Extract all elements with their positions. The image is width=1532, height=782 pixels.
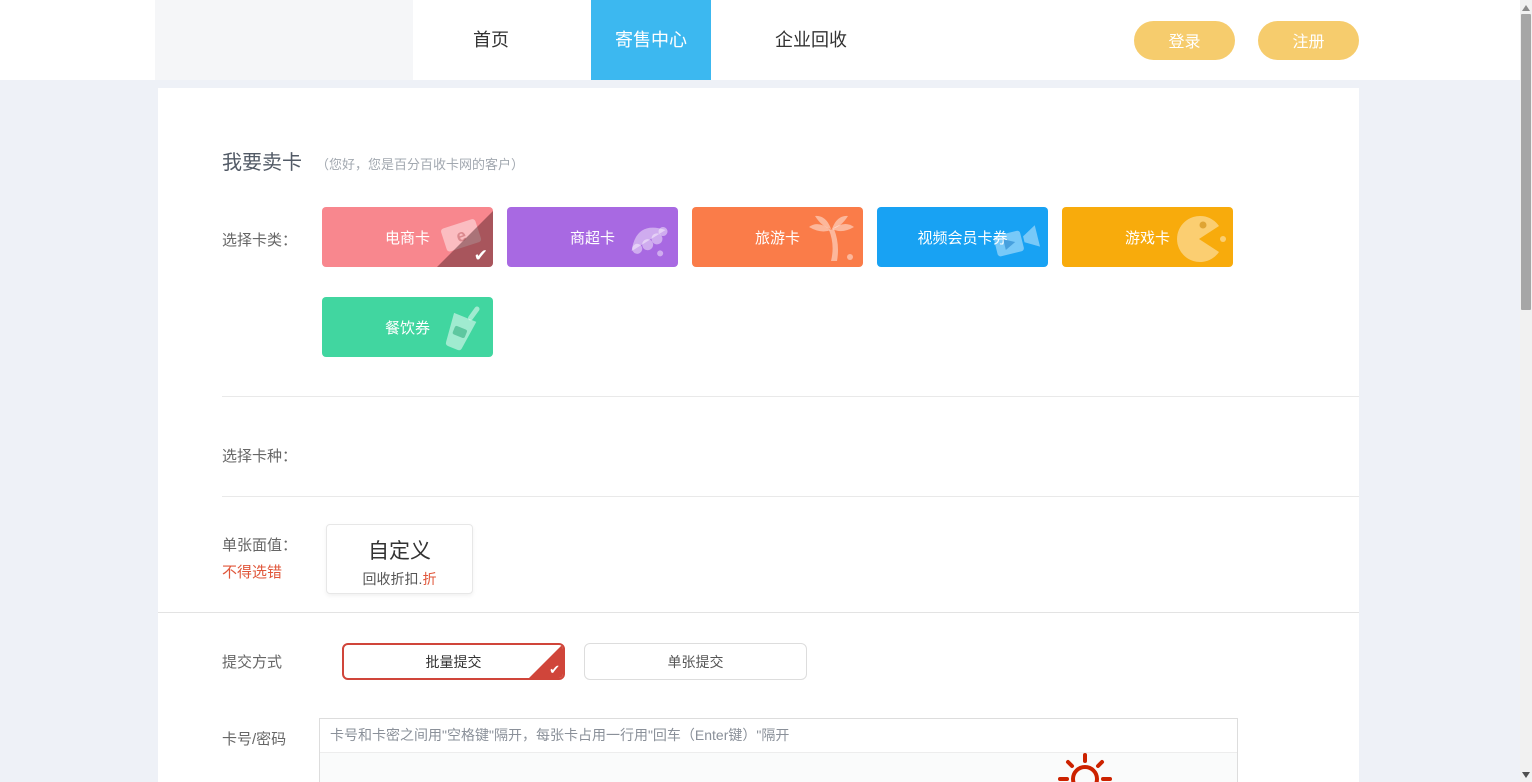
drink-cup-icon [435, 301, 489, 355]
register-button[interactable]: 注册 [1258, 21, 1359, 60]
page-subtitle: （您好，您是百分百收卡网的客户） [316, 154, 524, 173]
auth-buttons: 登录 注册 [1134, 21, 1532, 60]
category-label: 电商卡 [385, 227, 430, 248]
card-input-row: 卡号/密码 [158, 718, 1359, 782]
vertical-scrollbar[interactable] [1520, 0, 1532, 782]
custom-value-subtitle: 回收折扣.折 [327, 569, 472, 589]
category-game-card[interactable]: 游戏卡 [1062, 207, 1233, 267]
title-row: 我要卖卡 （您好，您是百分百收卡网的客户） [158, 146, 1359, 175]
discount-text: 回收折扣. [363, 571, 423, 587]
face-value-row: 单张面值： 不得选错 自定义 回收折扣.折 [158, 524, 1359, 594]
card-kind-row: 选择卡种： [158, 445, 1359, 466]
card-number-textarea[interactable] [319, 718, 1238, 782]
textarea-wrapper [319, 718, 1238, 782]
category-dining-voucher[interactable]: 餐饮券 [322, 297, 493, 357]
scroll-up-arrow-icon[interactable] [1522, 5, 1530, 11]
selected-check-icon: ✔ [474, 246, 488, 266]
discount-unit: 折 [422, 571, 436, 587]
tab-home[interactable]: 首页 [431, 0, 551, 80]
divider [222, 396, 1359, 397]
divider [222, 496, 1359, 497]
header: 首页 寄售中心 企业回收 登录 注册 [0, 0, 1532, 80]
face-value-label: 单张面值： [222, 534, 326, 555]
section-divider [158, 612, 1359, 613]
category-ecommerce-card[interactable]: 电商卡 e ✔ [322, 207, 493, 267]
scrollbar-thumb[interactable] [1521, 14, 1531, 310]
card-input-label: 卡号/密码 [222, 718, 319, 782]
card-category-label: 选择卡类： [222, 207, 322, 387]
category-supermarket-card[interactable]: 商超卡 [507, 207, 678, 267]
submit-method-label: 提交方式 [222, 651, 342, 672]
batch-submit-button[interactable]: 批量提交 ✔ [342, 643, 565, 680]
main-nav: 首页 寄售中心 企业回收 [431, 0, 891, 80]
face-value-warning: 不得选错 [222, 561, 326, 582]
card-category-list: 电商卡 e ✔ 商超卡 [322, 207, 1252, 387]
tab-enterprise-recycle[interactable]: 企业回收 [751, 0, 871, 80]
login-button[interactable]: 登录 [1134, 21, 1235, 60]
category-label: 商超卡 [570, 227, 615, 248]
scroll-down-arrow-icon[interactable] [1522, 772, 1530, 778]
logo-placeholder [155, 0, 413, 80]
category-label: 餐饮券 [385, 317, 430, 338]
custom-value-title: 自定义 [327, 535, 472, 565]
palm-tree-icon [805, 211, 859, 265]
category-video-membership-card[interactable]: 视频会员卡券 [877, 207, 1048, 267]
page-title: 我要卖卡 [222, 146, 302, 175]
category-label: 旅游卡 [755, 227, 800, 248]
category-label: 视频会员卡券 [917, 227, 1007, 248]
tab-consignment-center[interactable]: 寄售中心 [591, 0, 711, 80]
custom-value-option[interactable]: 自定义 回收折扣.折 [326, 524, 473, 594]
sell-card-panel: 我要卖卡 （您好，您是百分百收卡网的客户） 选择卡类： 电商卡 e ✔ [158, 88, 1359, 782]
store-awning-icon [620, 211, 674, 265]
single-submit-button[interactable]: 单张提交 [584, 643, 807, 680]
submit-method-row: 提交方式 批量提交 ✔ 单张提交 [158, 643, 1359, 680]
pacman-icon [1175, 211, 1229, 265]
category-travel-card[interactable]: 旅游卡 [692, 207, 863, 267]
card-kind-label: 选择卡种： [222, 445, 297, 466]
batch-submit-label: 批量提交 [426, 654, 482, 670]
category-label: 游戏卡 [1125, 227, 1170, 248]
single-submit-label: 单张提交 [668, 654, 724, 670]
card-category-row: 选择卡类： 电商卡 e ✔ 商超卡 [158, 207, 1359, 387]
page-body: 我要卖卡 （您好，您是百分百收卡网的客户） 选择卡类： 电商卡 e ✔ [0, 88, 1532, 782]
selected-check-icon: ✔ [549, 662, 560, 678]
